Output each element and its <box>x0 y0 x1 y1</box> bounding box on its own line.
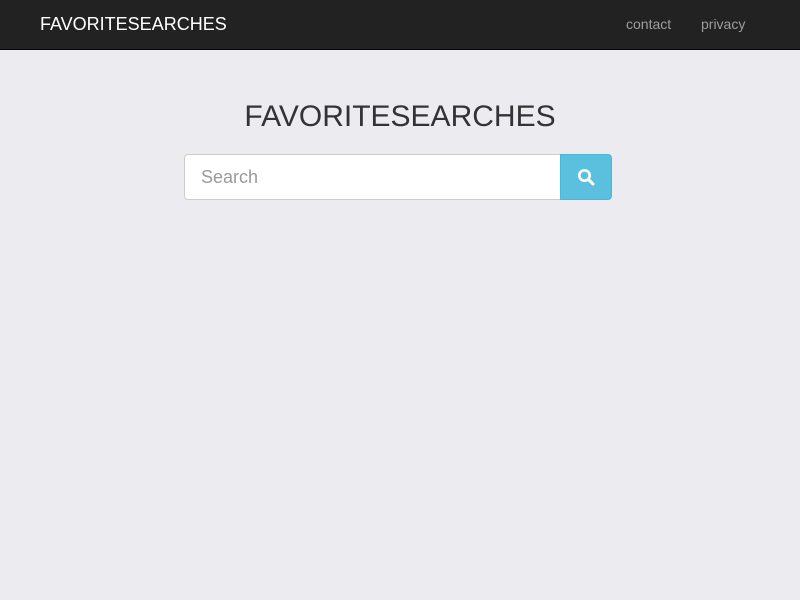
nav-link-privacy[interactable]: privacy <box>701 15 745 33</box>
search-input[interactable] <box>184 154 561 200</box>
search-button[interactable] <box>560 154 612 200</box>
page-title: FAVORITESEARCHES <box>244 100 556 133</box>
top-navbar: FAVORITESEARCHES contact privacy <box>0 0 800 50</box>
search-icon <box>577 168 595 186</box>
brand-link[interactable]: FAVORITESEARCHES <box>40 14 227 34</box>
nav-link-contact[interactable]: contact <box>626 15 671 33</box>
search-form <box>184 154 612 200</box>
